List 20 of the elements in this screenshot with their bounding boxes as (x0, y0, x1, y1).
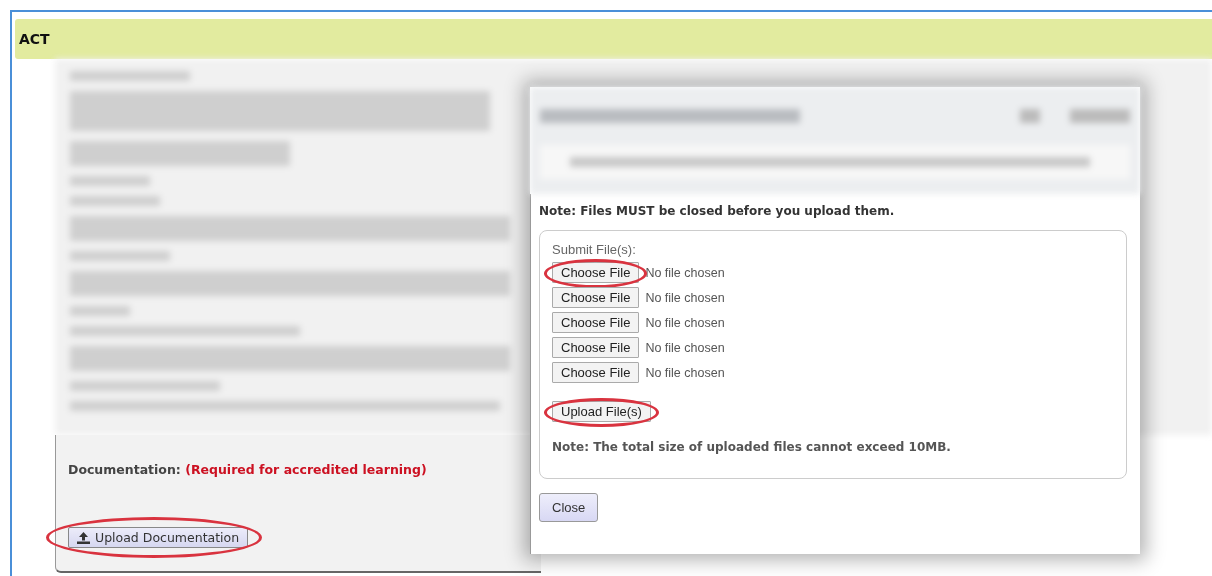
choose-file-button[interactable]: Choose File (552, 362, 640, 383)
choose-file-button[interactable]: Choose File (552, 312, 640, 333)
close-button[interactable]: Close (539, 493, 599, 522)
fieldset-legend: Submit File(s): (552, 243, 1114, 256)
choose-file-button[interactable]: Choose File (552, 337, 640, 358)
dialog-note: Note: Files MUST be closed before you upload them. (539, 204, 896, 218)
file-status: No file chosen (645, 265, 725, 280)
upload-documentation-button[interactable]: Upload Documentation (68, 527, 249, 548)
file-status: No file chosen (645, 365, 725, 380)
size-note: Note: The total size of uploaded files cannot exceed 10MB. (552, 440, 952, 454)
choose-file-button[interactable]: Choose File (552, 262, 640, 283)
file-status: No file chosen (645, 315, 725, 330)
upload-icon (77, 531, 90, 544)
documentation-label: Documentation: (68, 462, 181, 477)
section-title: ACT (19, 31, 50, 47)
file-status: No file chosen (645, 290, 725, 305)
file-status: No file chosen (645, 340, 725, 355)
required-note: (Required for accredited learning) (185, 462, 427, 477)
upload-files-button[interactable]: Upload File(s) (552, 401, 651, 422)
choose-file-button[interactable]: Choose File (552, 287, 640, 308)
